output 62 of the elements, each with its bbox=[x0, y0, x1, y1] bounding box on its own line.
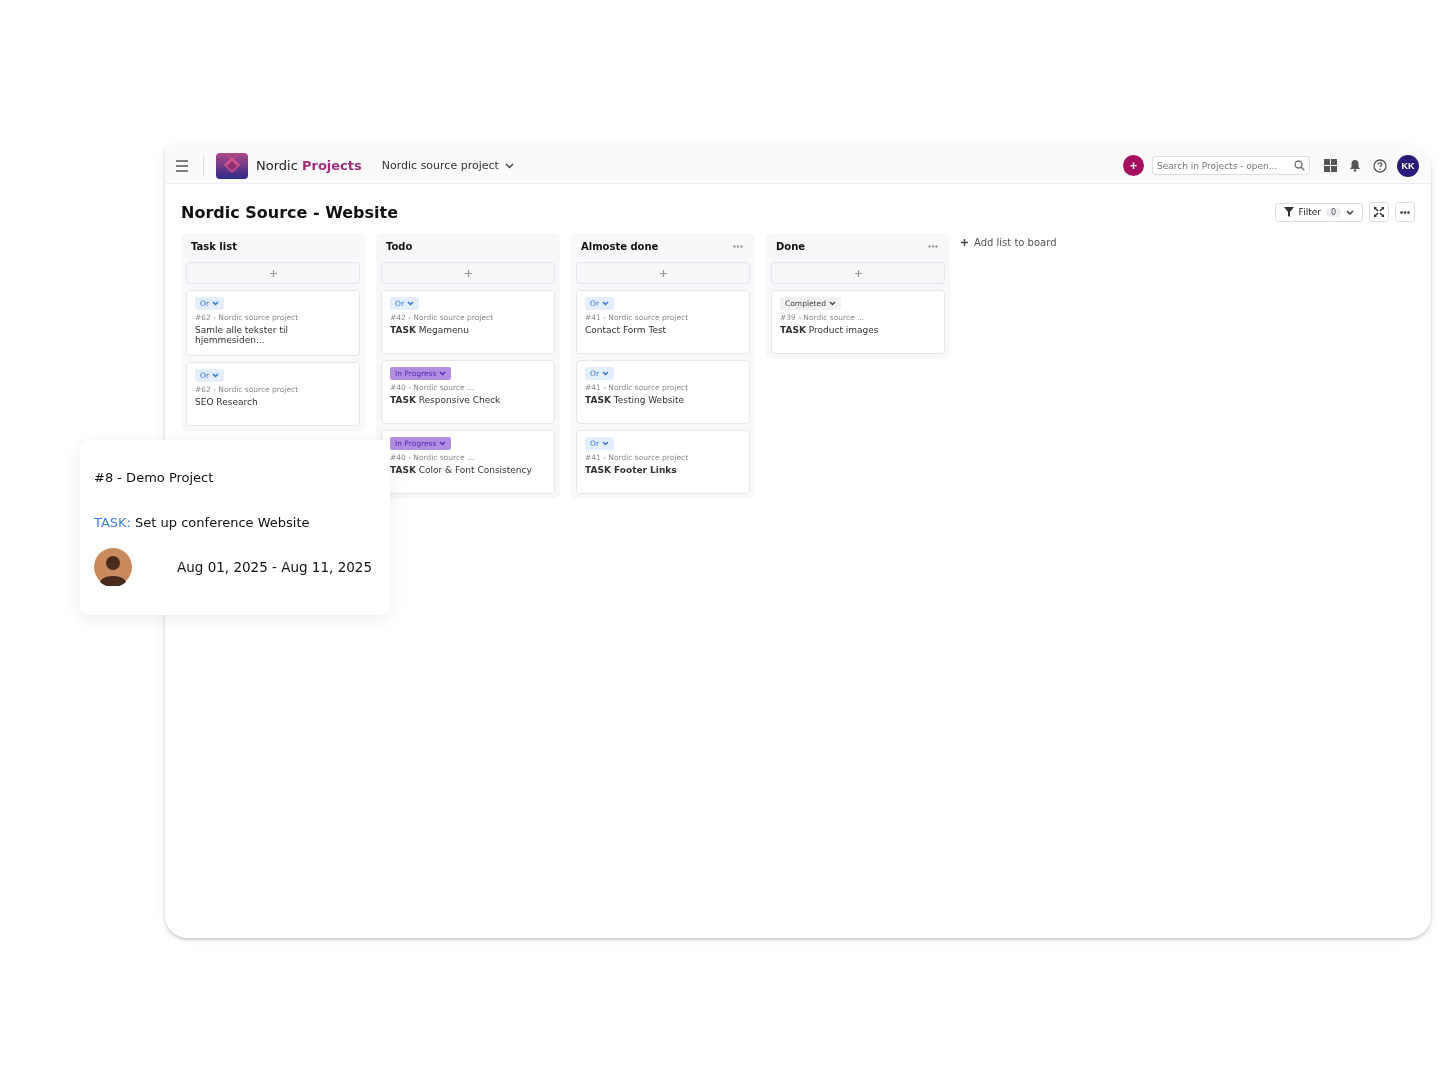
more-icon bbox=[928, 244, 938, 248]
bell-icon bbox=[1349, 159, 1361, 172]
plus-icon bbox=[659, 269, 667, 277]
chevron-icon bbox=[439, 441, 447, 446]
task-title: Contact Form Test bbox=[585, 325, 667, 335]
list-title: Task list bbox=[191, 240, 237, 252]
task-label: TASK: bbox=[94, 515, 131, 530]
add-list-button[interactable]: Add list to board bbox=[961, 233, 1057, 252]
task-title: SEO Research bbox=[195, 397, 258, 407]
task-title: TASK: Set up conference Website bbox=[94, 515, 311, 530]
logo-icon bbox=[216, 152, 248, 179]
apps-button[interactable] bbox=[1322, 157, 1339, 174]
list-menu-button[interactable] bbox=[926, 242, 940, 250]
chevron-icon bbox=[407, 301, 414, 306]
task-title: Samle alle tekster til hjemmesiden... bbox=[195, 325, 289, 345]
help-icon bbox=[1373, 158, 1387, 173]
chevron-icon bbox=[602, 371, 609, 376]
more-icon bbox=[733, 244, 743, 248]
chevron-icon bbox=[602, 441, 609, 446]
more-icon bbox=[1400, 210, 1410, 214]
date-range: Aug 01, 2025 - Aug 11, 2025 bbox=[177, 559, 372, 575]
chevron-icon bbox=[828, 301, 836, 306]
notifications-button[interactable] bbox=[1347, 157, 1363, 174]
list-title: Todo bbox=[386, 240, 413, 252]
board-title: Nordic Source - Website bbox=[181, 202, 400, 222]
chevron-icon bbox=[212, 373, 219, 378]
filter-icon bbox=[1283, 207, 1294, 217]
task-title: TASK Testing Website bbox=[585, 395, 685, 405]
list-title: Almoste done bbox=[581, 240, 659, 252]
search-icon bbox=[1294, 160, 1305, 171]
expand-icon bbox=[1374, 207, 1384, 217]
app-brand: Nordic Projects bbox=[256, 158, 362, 173]
user-avatar[interactable]: KK bbox=[1397, 154, 1419, 177]
chevron-icon bbox=[212, 301, 219, 306]
task-title: TASK Product images bbox=[780, 325, 879, 335]
plus-icon bbox=[464, 269, 472, 277]
task-title: TASK Footer Links bbox=[585, 465, 677, 475]
list-title: Done bbox=[776, 240, 806, 252]
search-field[interactable]: Search in Projects - open... bbox=[1152, 156, 1310, 175]
project-name: #8 - Demo Project bbox=[94, 470, 215, 485]
filter-button[interactable]: Filter 0 bbox=[1274, 202, 1363, 222]
avatar-icon bbox=[94, 548, 132, 586]
chevron-icon bbox=[602, 301, 609, 306]
grid-icon bbox=[1324, 159, 1337, 172]
menu-button[interactable] bbox=[173, 157, 191, 174]
task-title: TASK Responsive Check bbox=[390, 395, 501, 405]
plus-icon bbox=[854, 269, 862, 277]
help-button[interactable] bbox=[1371, 156, 1389, 175]
project-dropdown[interactable]: Nordic source project bbox=[375, 158, 520, 173]
chevron-icon bbox=[1346, 209, 1354, 215]
filter-count: 0 bbox=[1325, 207, 1341, 217]
plus-icon bbox=[269, 269, 277, 277]
plus-icon bbox=[961, 239, 968, 246]
list-menu-button[interactable] bbox=[731, 242, 745, 250]
task-title: TASK Megamenu bbox=[390, 325, 469, 335]
chevron-icon bbox=[439, 371, 447, 376]
more-button[interactable] bbox=[1395, 202, 1415, 222]
expand-button[interactable] bbox=[1369, 202, 1389, 222]
chevron-icon bbox=[504, 162, 514, 169]
menu-icon bbox=[175, 159, 189, 172]
add-button[interactable]: + bbox=[1123, 155, 1144, 176]
task-title: TASK Color & Font Consistency bbox=[390, 465, 532, 475]
